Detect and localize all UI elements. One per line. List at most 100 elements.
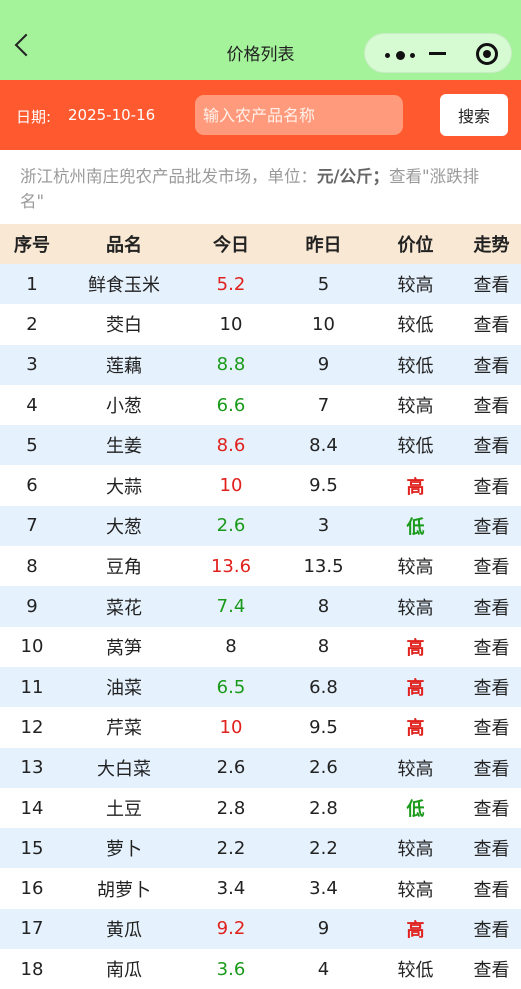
row-today-price: 9.2 bbox=[216, 918, 246, 940]
row-name: 生姜 bbox=[106, 436, 142, 458]
header-no: 序号 bbox=[14, 235, 50, 256]
table-row: 4 小葱 6.6 7 较高 查看 bbox=[0, 384, 521, 426]
row-trend-link[interactable]: 查看 bbox=[462, 627, 521, 667]
row-today-price: 6.6 bbox=[216, 394, 246, 416]
row-no: 4 bbox=[26, 394, 38, 416]
row-price-level: 高 bbox=[406, 718, 425, 740]
row-price-level: 较低 bbox=[397, 315, 434, 337]
row-no: 9 bbox=[26, 596, 38, 618]
row-no: 7 bbox=[26, 515, 38, 537]
row-trend-link[interactable]: 查看 bbox=[462, 748, 521, 788]
row-trend-link[interactable]: 查看 bbox=[462, 707, 521, 747]
row-price-level: 较高 bbox=[397, 758, 434, 780]
row-yesterday-price: 10 bbox=[312, 313, 335, 335]
row-trend-link[interactable]: 查看 bbox=[462, 909, 521, 949]
row-price-level: 较高 bbox=[397, 275, 434, 297]
table-row: 15 萝卜 2.2 2.2 较高 查看 bbox=[0, 828, 521, 869]
row-trend-link[interactable]: 查看 bbox=[462, 345, 521, 385]
search-bar: 日期: 2025-10-16 搜索 bbox=[0, 80, 521, 150]
row-price-level: 低 bbox=[406, 516, 425, 538]
header-today: 今日 bbox=[213, 235, 249, 256]
header-yesterday: 昨日 bbox=[305, 235, 342, 256]
row-trend-link[interactable]: 查看 bbox=[462, 788, 521, 828]
row-price-level: 高 bbox=[406, 637, 425, 659]
table-body: 1 鲜食玉米 5.2 5 较高 查看 2 茭白 10 10 较低 查看 3 莲藕 8.8 9 较低 查看 4 小葱 6.… bbox=[0, 264, 521, 989]
row-trend-link[interactable]: 查看 bbox=[462, 465, 521, 505]
date-label: 日期: bbox=[16, 108, 52, 126]
nav-bar: 价格列表 bbox=[0, 0, 521, 80]
row-no: 17 bbox=[20, 918, 44, 940]
row-no: 15 bbox=[20, 837, 44, 859]
row-name: 胡萝卜 bbox=[97, 879, 151, 901]
row-trend-link[interactable]: 查看 bbox=[462, 949, 521, 989]
row-yesterday-price: 9.5 bbox=[309, 475, 338, 497]
row-today-price: 2.8 bbox=[216, 797, 246, 819]
table-row: 7 大葱 2.6 3 低 查看 bbox=[0, 505, 521, 547]
row-no: 16 bbox=[20, 878, 44, 900]
row-name: 豆角 bbox=[106, 557, 142, 579]
row-today-price: 8 bbox=[225, 636, 237, 658]
row-name: 大白菜 bbox=[97, 758, 151, 780]
row-trend-link[interactable]: 查看 bbox=[462, 264, 521, 304]
row-today-price: 10 bbox=[219, 475, 243, 497]
row-trend-link[interactable]: 查看 bbox=[462, 586, 521, 626]
info-unit: 元/公斤； bbox=[317, 167, 390, 186]
table-row: 10 莴笋 8 8 高 查看 bbox=[0, 626, 521, 667]
header-trend: 走势 bbox=[473, 235, 510, 256]
row-yesterday-price: 5 bbox=[317, 273, 330, 295]
date-value[interactable]: 2025-10-16 bbox=[68, 106, 155, 124]
row-yesterday-price: 6.8 bbox=[309, 676, 338, 698]
table-row: 1 鲜食玉米 5.2 5 较高 查看 bbox=[0, 264, 521, 305]
price-table: 序号 品名 今日 昨日 价位 走势 1 鲜食玉米 5.2 5 较高 查看 2 茭白 10 10 较低… bbox=[0, 224, 521, 989]
row-yesterday-price: 9 bbox=[317, 918, 330, 940]
more-dots-icon[interactable] bbox=[385, 50, 415, 60]
row-no: 13 bbox=[20, 757, 44, 779]
row-price-level: 较高 bbox=[397, 396, 434, 418]
row-price-level: 较高 bbox=[397, 839, 434, 861]
row-today-price: 3.4 bbox=[216, 878, 246, 900]
row-trend-link[interactable]: 查看 bbox=[462, 506, 521, 546]
row-price-level: 较高 bbox=[397, 557, 434, 579]
row-yesterday-price: 3.4 bbox=[309, 878, 338, 900]
row-yesterday-price: 3 bbox=[317, 515, 330, 537]
row-today-price: 2.6 bbox=[216, 757, 246, 779]
row-trend-link[interactable]: 查看 bbox=[462, 667, 521, 707]
row-name: 黄瓜 bbox=[106, 919, 142, 941]
row-yesterday-price: 4 bbox=[317, 958, 330, 980]
search-button[interactable]: 搜索 bbox=[440, 94, 508, 136]
header-name: 品名 bbox=[106, 235, 142, 256]
row-no: 8 bbox=[26, 555, 38, 577]
row-no: 12 bbox=[20, 716, 44, 738]
row-yesterday-price: 8.4 bbox=[309, 434, 338, 456]
row-price-level: 较低 bbox=[397, 355, 434, 377]
row-no: 11 bbox=[20, 676, 44, 698]
table-row: 11 油菜 6.5 6.8 高 查看 bbox=[0, 666, 521, 708]
close-target-icon[interactable] bbox=[476, 43, 498, 65]
row-today-price: 6.5 bbox=[216, 676, 246, 698]
row-price-level: 较高 bbox=[397, 597, 434, 619]
row-trend-link[interactable]: 查看 bbox=[462, 868, 521, 908]
row-name: 油菜 bbox=[106, 678, 142, 700]
table-row: 17 黄瓜 9.2 9 高 查看 bbox=[0, 908, 521, 950]
row-no: 1 bbox=[26, 273, 38, 295]
row-price-level: 高 bbox=[406, 919, 425, 941]
table-row: 14 土豆 2.8 2.8 低 查看 bbox=[0, 787, 521, 829]
row-name: 芹菜 bbox=[106, 718, 142, 740]
row-today-price: 5.2 bbox=[216, 273, 246, 295]
minimize-icon[interactable] bbox=[429, 52, 446, 55]
row-trend-link[interactable]: 查看 bbox=[462, 304, 521, 344]
row-price-level: 高 bbox=[406, 476, 425, 498]
row-trend-link[interactable]: 查看 bbox=[462, 425, 521, 465]
table-row: 12 芹菜 10 9.5 高 查看 bbox=[0, 707, 521, 748]
row-trend-link[interactable]: 查看 bbox=[462, 385, 521, 425]
table-row: 6 大蒜 10 9.5 高 查看 bbox=[0, 465, 521, 506]
row-name: 莴笋 bbox=[106, 637, 142, 659]
row-name: 小葱 bbox=[106, 396, 142, 418]
table-row: 9 菜花 7.4 8 较高 查看 bbox=[0, 586, 521, 627]
search-input[interactable] bbox=[195, 95, 403, 135]
row-yesterday-price: 7 bbox=[317, 394, 330, 416]
row-today-price: 8.6 bbox=[216, 434, 246, 456]
table-row: 2 茭白 10 10 较低 查看 bbox=[0, 304, 521, 345]
row-trend-link[interactable]: 查看 bbox=[462, 546, 521, 586]
row-trend-link[interactable]: 查看 bbox=[462, 828, 521, 868]
